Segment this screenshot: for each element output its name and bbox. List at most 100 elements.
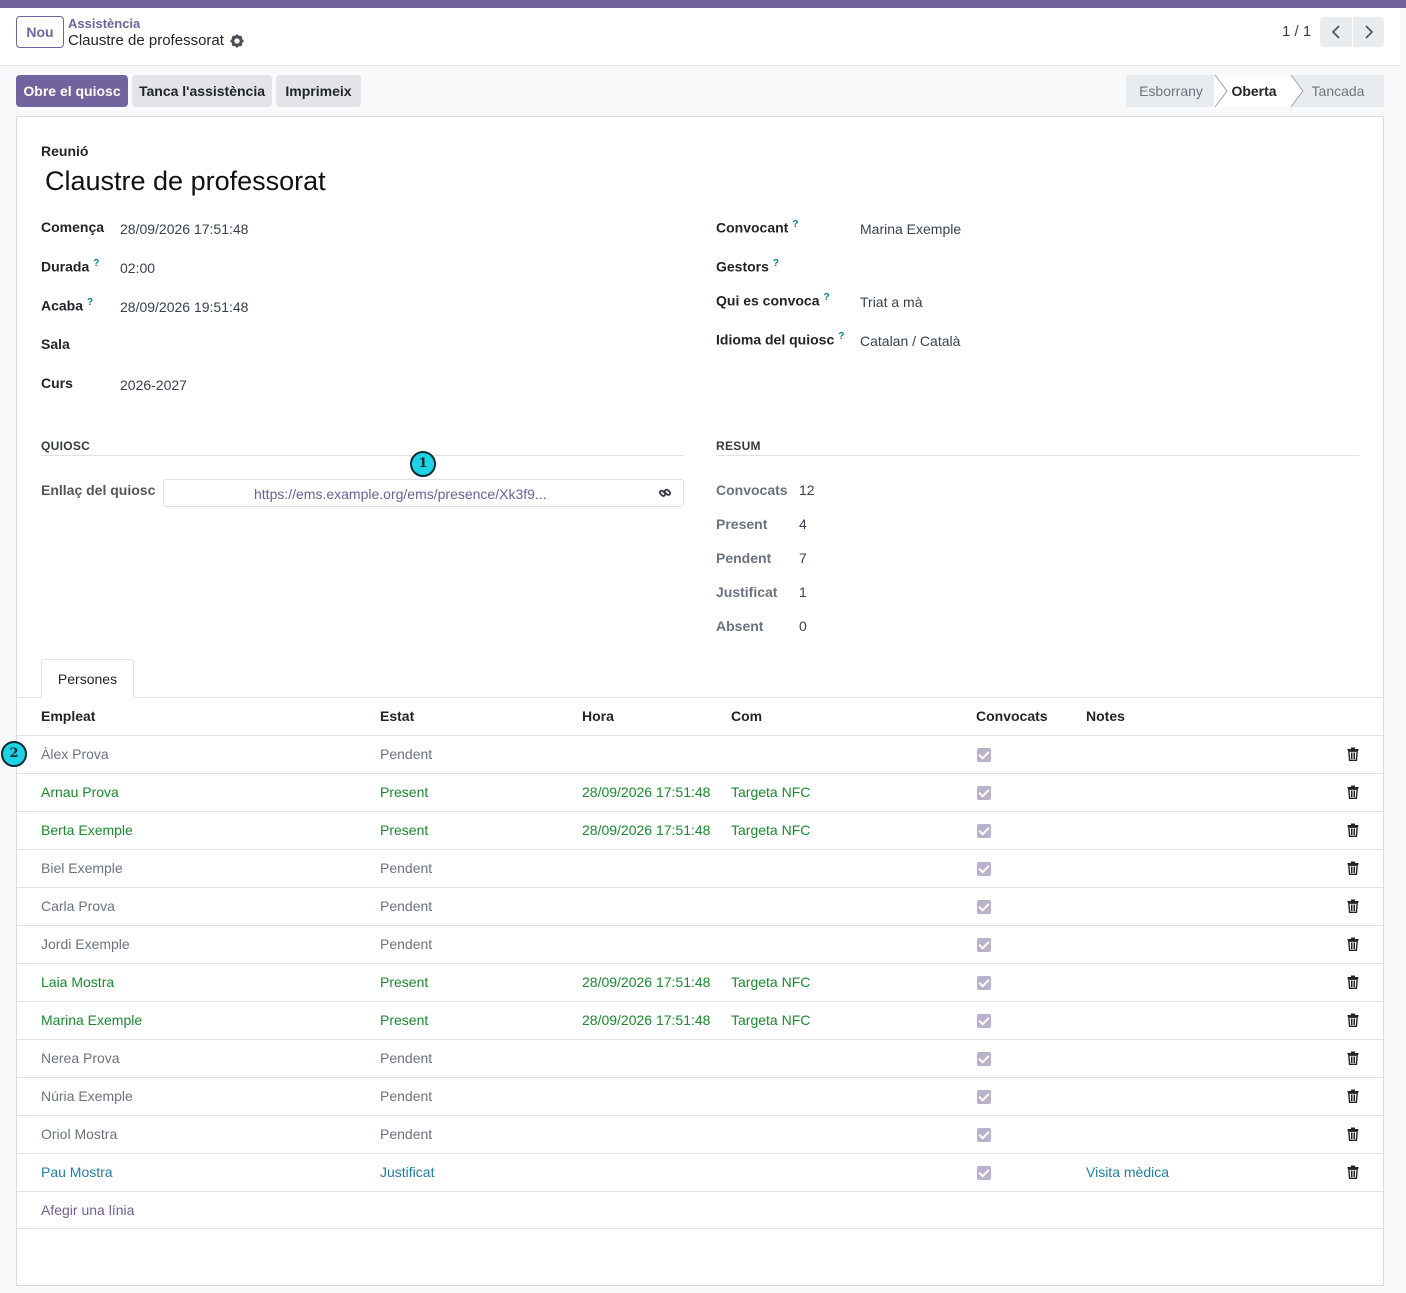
cell-time[interactable]: 28/09/2026 17:51:48 — [582, 784, 710, 800]
course-field[interactable]: 2026-2027 — [120, 377, 187, 393]
column-header-state[interactable]: Estat — [380, 708, 414, 724]
trash-icon[interactable] — [1347, 1089, 1359, 1103]
close-attendance-button[interactable]: Tanca l'assistència — [132, 75, 272, 107]
add-line-link[interactable]: Afegir una línia — [41, 1202, 134, 1218]
cell-state[interactable]: Present — [380, 822, 428, 838]
starts-field[interactable]: 28/09/2026 17:51:48 — [120, 221, 248, 237]
cell-how[interactable]: Targeta NFC — [731, 784, 810, 800]
cell-employee[interactable]: Berta Exemple — [41, 822, 133, 838]
table-row[interactable]: Jordi Exemple Pendent — [17, 925, 1383, 963]
cell-state[interactable]: Justificat — [380, 1164, 434, 1180]
help-icon[interactable]: ? — [823, 292, 829, 303]
convened-checkbox[interactable] — [977, 1014, 991, 1028]
cell-employee[interactable]: Oriol Mostra — [41, 1126, 117, 1142]
trash-icon[interactable] — [1347, 1051, 1359, 1065]
table-row[interactable]: Àlex Prova Pendent — [17, 735, 1383, 773]
cell-employee[interactable]: Núria Exemple — [41, 1088, 133, 1104]
cell-state[interactable]: Pendent — [380, 746, 432, 762]
convened-checkbox[interactable] — [977, 938, 991, 952]
trash-icon[interactable] — [1347, 1127, 1359, 1141]
cell-how[interactable]: Targeta NFC — [731, 974, 810, 990]
cell-how[interactable]: Targeta NFC — [731, 1012, 810, 1028]
table-row[interactable]: Arnau Prova Present 28/09/2026 17:51:48 Tar… — [17, 773, 1383, 811]
column-header-employee[interactable]: Empleat — [41, 708, 95, 724]
convened-checkbox[interactable] — [977, 900, 991, 914]
cell-state[interactable]: Pendent — [380, 898, 432, 914]
convened-checkbox[interactable] — [977, 786, 991, 800]
help-icon[interactable]: ? — [773, 258, 779, 269]
open-kiosk-button[interactable]: Obre el quiosc — [16, 75, 128, 107]
link-icon[interactable] — [658, 486, 672, 500]
table-row[interactable]: Marina Exemple Present 28/09/2026 17:51:48… — [17, 1001, 1383, 1039]
kiosk-link-field[interactable]: https://ems.example.org/ems/presence/Xk3… — [163, 479, 684, 507]
column-header-how[interactable]: Com — [731, 708, 762, 724]
cell-employee[interactable]: Nerea Prova — [41, 1050, 120, 1066]
table-row[interactable]: Oriol Mostra Pendent — [17, 1115, 1383, 1153]
convened-checkbox[interactable] — [977, 1166, 991, 1180]
breadcrumb[interactable]: Assistència — [68, 16, 140, 31]
cell-state[interactable]: Present — [380, 784, 428, 800]
cell-state[interactable]: Pendent — [380, 1126, 432, 1142]
meeting-name[interactable]: Claustre de professorat — [45, 166, 326, 197]
cell-time[interactable]: 28/09/2026 17:51:48 — [582, 974, 710, 990]
cell-employee[interactable]: Marina Exemple — [41, 1012, 142, 1028]
trash-icon[interactable] — [1347, 937, 1359, 951]
cell-employee[interactable]: Jordi Exemple — [41, 936, 130, 952]
help-icon[interactable]: ? — [838, 331, 844, 342]
cell-notes[interactable]: Visita mèdica — [1086, 1164, 1169, 1180]
trash-icon[interactable] — [1347, 1013, 1359, 1027]
kiosk-lang-field[interactable]: Catalan / Català — [860, 333, 960, 349]
table-row[interactable]: Pau Mostra Justificat Visita mèdica — [17, 1153, 1383, 1191]
cell-state[interactable]: Pendent — [380, 860, 432, 876]
stage-draft[interactable]: Esborrany — [1126, 75, 1216, 107]
help-icon[interactable]: ? — [87, 297, 93, 308]
convened-checkbox[interactable] — [977, 824, 991, 838]
pager-next-button[interactable] — [1352, 17, 1384, 47]
cell-how[interactable]: Targeta NFC — [731, 822, 810, 838]
convened-checkbox[interactable] — [977, 862, 991, 876]
convened-checkbox[interactable] — [977, 748, 991, 762]
new-button[interactable]: Nou — [16, 16, 64, 48]
table-row[interactable]: Biel Exemple Pendent — [17, 849, 1383, 887]
cell-state[interactable]: Pendent — [380, 1088, 432, 1104]
table-row[interactable]: Núria Exemple Pendent — [17, 1077, 1383, 1115]
gear-icon[interactable] — [230, 34, 244, 48]
table-row[interactable]: Nerea Prova Pendent — [17, 1039, 1383, 1077]
table-row[interactable]: Laia Mostra Present 28/09/2026 17:51:48 Tar… — [17, 963, 1383, 1001]
trash-icon[interactable] — [1347, 975, 1359, 989]
cell-time[interactable]: 28/09/2026 17:51:48 — [582, 822, 710, 838]
duration-field[interactable]: 02:00 — [120, 260, 155, 276]
trash-icon[interactable] — [1347, 785, 1359, 799]
tab-persons[interactable]: Persones — [41, 659, 134, 698]
cell-state[interactable]: Pendent — [380, 1050, 432, 1066]
ends-field[interactable]: 28/09/2026 19:51:48 — [120, 299, 248, 315]
table-row[interactable]: Carla Prova Pendent — [17, 887, 1383, 925]
convened-checkbox[interactable] — [977, 976, 991, 990]
column-header-convened[interactable]: Convocats — [976, 708, 1048, 724]
convened-checkbox[interactable] — [977, 1128, 991, 1142]
pager-value[interactable]: 1 / 1 — [1282, 23, 1311, 40]
column-header-notes[interactable]: Notes — [1086, 708, 1125, 724]
cell-employee[interactable]: Pau Mostra — [41, 1164, 113, 1180]
kiosk-link-url[interactable]: https://ems.example.org/ems/presence/Xk3… — [254, 486, 547, 502]
cell-state[interactable]: Pendent — [380, 936, 432, 952]
table-row[interactable]: Berta Exemple Present 28/09/2026 17:51:48 T… — [17, 811, 1383, 849]
convener-field[interactable]: Marina Exemple — [860, 221, 961, 237]
cell-employee[interactable]: Carla Prova — [41, 898, 115, 914]
trash-icon[interactable] — [1347, 899, 1359, 913]
cell-employee[interactable]: Laia Mostra — [41, 974, 114, 990]
help-icon[interactable]: ? — [93, 258, 99, 269]
who-field[interactable]: Triat a mà — [860, 294, 923, 310]
pager-previous-button[interactable] — [1320, 17, 1352, 47]
cell-state[interactable]: Present — [380, 974, 428, 990]
cell-employee[interactable]: Arnau Prova — [41, 784, 119, 800]
trash-icon[interactable] — [1347, 823, 1359, 837]
cell-state[interactable]: Present — [380, 1012, 428, 1028]
print-button[interactable]: Imprimeix — [276, 75, 361, 107]
trash-icon[interactable] — [1347, 747, 1359, 761]
cell-employee[interactable]: Àlex Prova — [41, 746, 109, 762]
convened-checkbox[interactable] — [977, 1090, 991, 1104]
trash-icon[interactable] — [1347, 1165, 1359, 1179]
cell-time[interactable]: 28/09/2026 17:51:48 — [582, 1012, 710, 1028]
cell-employee[interactable]: Biel Exemple — [41, 860, 123, 876]
